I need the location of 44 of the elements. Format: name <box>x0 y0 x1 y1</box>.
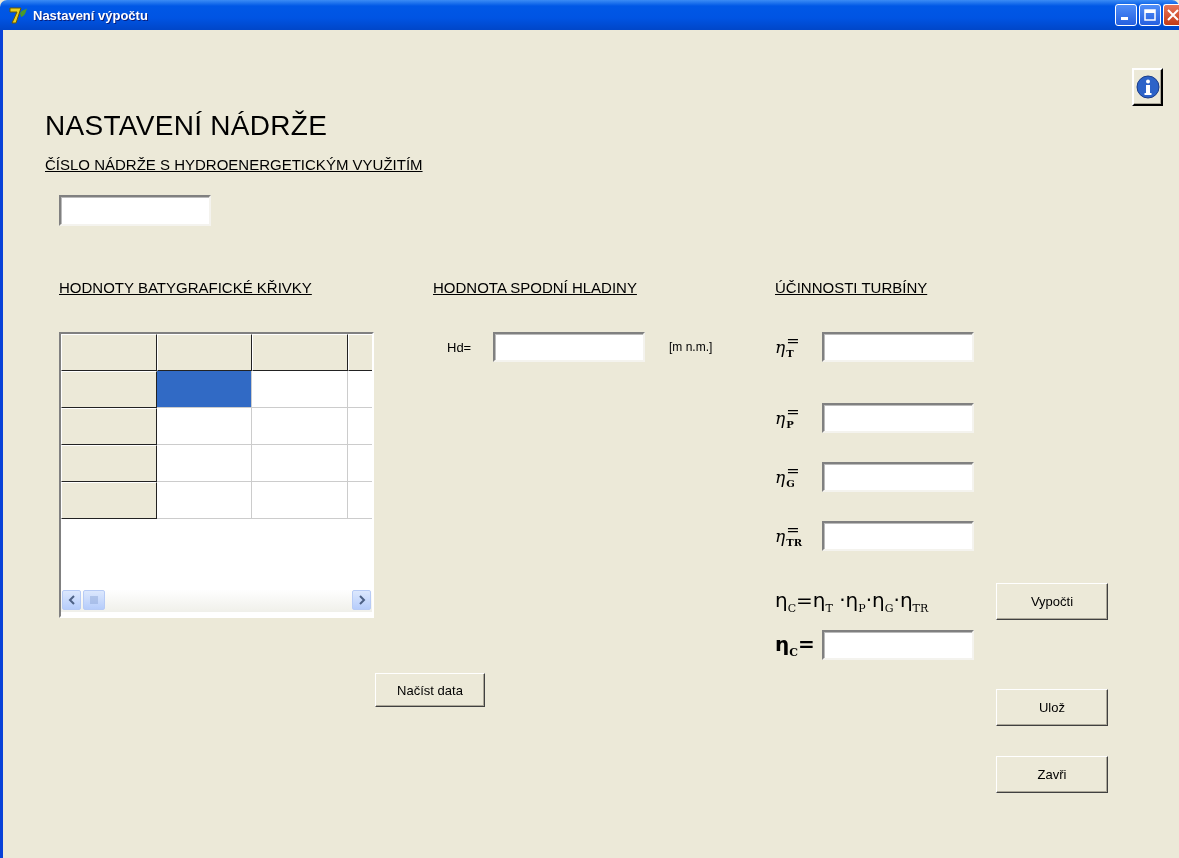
efficiency-field[interactable] <box>822 521 974 551</box>
scroll-left-button[interactable] <box>62 590 81 610</box>
scroll-right-button[interactable] <box>352 590 371 610</box>
section-label: HODNOTY BATYGRAFICKÉ KŘIVKY <box>59 279 312 296</box>
grid-cell[interactable] <box>252 408 348 445</box>
page-heading: NASTAVENÍ NÁDRŽE <box>45 110 328 142</box>
grid-cell[interactable] <box>157 445 252 482</box>
scroll-thumb[interactable] <box>83 590 105 610</box>
grid-cell[interactable] <box>252 371 348 408</box>
efficiency-field[interactable] <box>822 462 974 492</box>
grid-cell[interactable] <box>252 445 348 482</box>
close-dialog-button[interactable]: Zavři <box>996 756 1108 793</box>
grid-cell[interactable] <box>252 482 348 519</box>
efficiency-field[interactable] <box>822 332 974 362</box>
compute-button[interactable]: Vypočti <box>996 582 1108 620</box>
grid-cell[interactable] <box>157 482 252 519</box>
unit-label: [m n.m.] <box>669 340 713 354</box>
result-field[interactable] <box>822 630 974 660</box>
window-title: Nastavení výpočtu <box>33 7 149 23</box>
maximize-button[interactable] <box>1139 4 1161 26</box>
load-data-button[interactable]: Načíst data <box>375 673 485 707</box>
grid-cell[interactable] <box>157 371 252 408</box>
section-label: HODNOTA SPODNÍ HLADINY <box>433 279 637 296</box>
minimize-icon <box>1121 17 1128 20</box>
grip-icon <box>90 596 98 604</box>
result-label: η$_{C}$= <box>775 631 816 659</box>
save-button[interactable]: Ulož <box>996 689 1108 726</box>
data-grid[interactable] <box>59 332 374 618</box>
efficiency-field[interactable] <box>822 403 974 433</box>
info-icon <box>1135 75 1160 99</box>
section-label: ÚČINNOSTI TURBÍNY <box>775 279 928 296</box>
tank-number-field[interactable] <box>59 195 211 226</box>
close-icon <box>1167 9 1179 21</box>
horizontal-scrollbar[interactable] <box>61 590 372 612</box>
lower-level-field[interactable] <box>493 332 645 362</box>
maximize-icon <box>1144 9 1156 21</box>
section-label: ČÍSLO NÁDRŽE S HYDROENERGETICKÝM VYUŽITÍM <box>45 156 423 173</box>
formula-text: η$_{C}$=η$_{T}$ ·η$_{P}$·η$_{G}$·η$_{TR}$ <box>775 587 930 615</box>
grid-cell[interactable] <box>157 408 252 445</box>
app-icon <box>8 5 28 25</box>
close-button[interactable] <box>1163 4 1179 26</box>
field-label: Hd= <box>447 339 473 355</box>
info-button[interactable] <box>1132 68 1163 106</box>
minimize-button[interactable] <box>1115 4 1137 26</box>
